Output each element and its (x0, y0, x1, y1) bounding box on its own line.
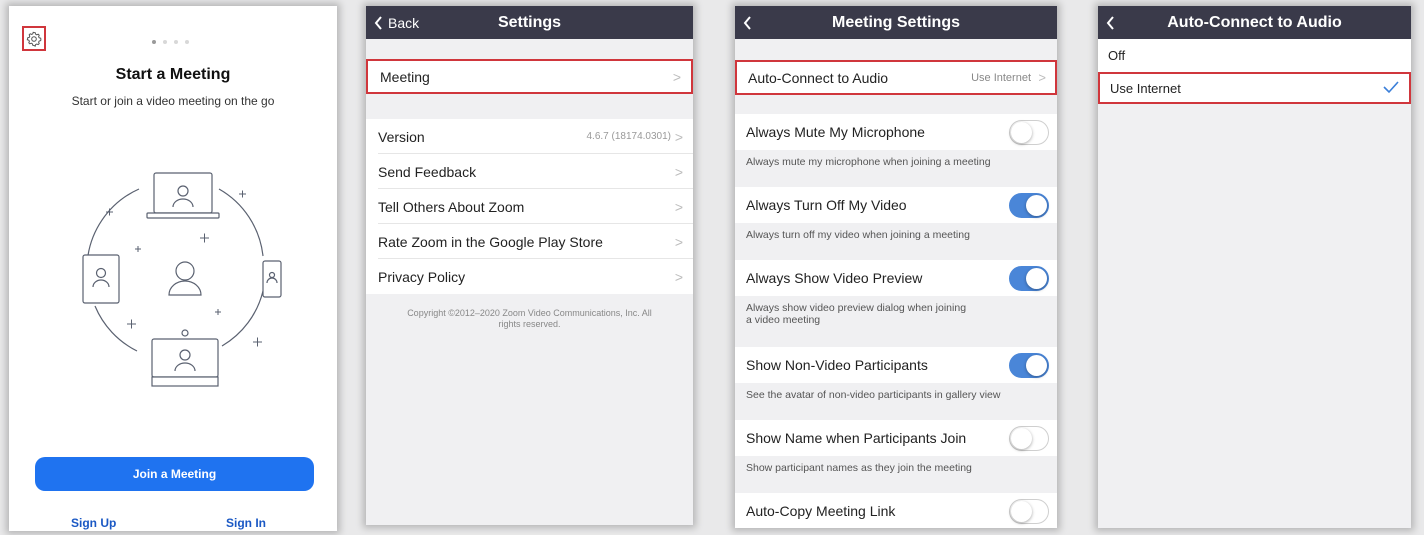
settings-item-rate-zoom[interactable]: Rate Zoom in the Google Play Store > (366, 224, 693, 259)
back-button[interactable] (1106, 6, 1115, 39)
setting-description: Show participant names as they join the … (746, 462, 972, 474)
chevron-right-icon: > (674, 128, 683, 145)
chevron-left-icon (374, 15, 382, 30)
option-use-internet[interactable]: Use Internet (1098, 72, 1411, 104)
nav-bar: Meeting Settings (735, 6, 1057, 39)
page-title: Meeting Settings (831, 13, 960, 31)
version-value: 4.6.7 (18174.0301) (586, 131, 671, 142)
setting-label: Auto-Connect to Audio (748, 69, 889, 86)
show-name-join-toggle[interactable] (1009, 425, 1049, 451)
option-label: Off (1108, 48, 1126, 63)
chevron-left-icon (1106, 15, 1114, 30)
setting-label: Always Mute My Microphone (746, 124, 925, 140)
setting-description: Always turn off my video when joining a … (746, 229, 970, 241)
setting-turn-off-video: Always Turn Off My Video (735, 187, 1057, 223)
setting-value: Use Internet (971, 71, 1031, 84)
settings-item-label: Rate Zoom in the Google Play Store (378, 233, 603, 250)
checkmark-icon (1383, 81, 1399, 94)
always-mute-toggle[interactable] (1009, 119, 1049, 145)
page-dot (152, 40, 156, 44)
settings-item-label: Tell Others About Zoom (378, 198, 525, 215)
copyright-text: Copyright ©2012–2020 Zoom Video Communic… (407, 308, 652, 329)
page-dot (163, 40, 167, 44)
settings-item-label: Version (378, 128, 425, 145)
setting-always-mute: Always Mute My Microphone (735, 114, 1057, 150)
setting-label: Auto-Copy Meeting Link (746, 503, 896, 519)
setting-auto-copy-link: Auto-Copy Meeting Link (735, 493, 1057, 528)
settings-item-label: Privacy Policy (378, 268, 466, 285)
settings-item-privacy-policy[interactable]: Privacy Policy > (366, 259, 693, 294)
chevron-right-icon: > (674, 268, 683, 285)
gear-icon (26, 31, 42, 47)
setting-show-video-preview: Always Show Video Preview (735, 260, 1057, 296)
turn-off-video-toggle[interactable] (1009, 192, 1049, 218)
setting-description: Always mute my microphone when joining a… (746, 156, 991, 168)
settings-item-label: Send Feedback (378, 163, 477, 180)
show-video-preview-toggle[interactable] (1009, 265, 1049, 291)
join-meeting-button[interactable]: Join a Meeting (35, 457, 314, 491)
settings-item-label: Meeting (380, 68, 430, 85)
chevron-right-icon: > (674, 233, 683, 250)
meeting-illustration (82, 172, 282, 387)
option-off[interactable]: Off (1098, 39, 1411, 72)
chevron-right-icon: > (674, 198, 683, 215)
page-subtitle: Start or join a video meeting on the go (71, 94, 275, 108)
sign-in-link[interactable]: Sign In (226, 516, 266, 530)
setting-description: Always show video preview dialog when jo… (746, 302, 997, 326)
setting-show-name-join: Show Name when Participants Join (735, 420, 1057, 456)
page-dot (174, 40, 178, 44)
auto-connect-audio-item[interactable]: Auto-Connect to Audio Use Internet > (735, 60, 1057, 95)
auto-copy-link-toggle[interactable] (1009, 498, 1049, 524)
meeting-settings-screen: Meeting Settings Auto-Connect to Audio U… (735, 6, 1057, 528)
setting-label: Always Turn Off My Video (746, 197, 907, 213)
settings-item-version[interactable]: Version 4.6.7 (18174.0301) > (366, 119, 693, 154)
settings-screen: Back Settings Meeting > Version 4.6.7 (1… (366, 6, 693, 525)
page-title: Start a Meeting (115, 66, 231, 83)
page-title: Auto-Connect to Audio (1167, 13, 1342, 31)
settings-item-meeting[interactable]: Meeting > (366, 59, 693, 94)
chevron-right-icon: > (1038, 70, 1046, 85)
chevron-right-icon: > (672, 68, 681, 85)
option-label: Use Internet (1110, 80, 1181, 96)
page-title: Settings (497, 13, 562, 31)
non-video-participants-toggle[interactable] (1009, 352, 1049, 378)
back-label: Back (388, 14, 420, 31)
sign-up-link[interactable]: Sign Up (71, 516, 116, 530)
nav-bar: Back Settings (366, 6, 693, 39)
description-line: Always show video preview dialog when jo… (746, 302, 967, 314)
settings-button[interactable] (22, 26, 46, 51)
page-indicator (152, 40, 189, 44)
setting-label: Show Name when Participants Join (746, 430, 967, 446)
back-button[interactable]: Back (374, 6, 419, 39)
setting-description: See the avatar of non-video participants… (746, 389, 1001, 401)
back-button[interactable] (743, 6, 752, 39)
chevron-left-icon (743, 15, 751, 30)
settings-item-send-feedback[interactable]: Send Feedback > (366, 154, 693, 189)
description-line: a video meeting (746, 314, 821, 326)
page-dot (185, 40, 189, 44)
setting-label: Always Show Video Preview (746, 270, 923, 286)
auto-connect-audio-screen: Auto-Connect to Audio Off Use Internet (1098, 6, 1411, 528)
settings-item-tell-others[interactable]: Tell Others About Zoom > (366, 189, 693, 224)
setting-non-video-participants: Show Non-Video Participants (735, 347, 1057, 383)
setting-label: Show Non-Video Participants (746, 357, 928, 373)
start-meeting-screen: Start a Meeting Start or join a video me… (9, 6, 337, 531)
nav-bar: Auto-Connect to Audio (1098, 6, 1411, 39)
chevron-right-icon: > (674, 163, 683, 180)
